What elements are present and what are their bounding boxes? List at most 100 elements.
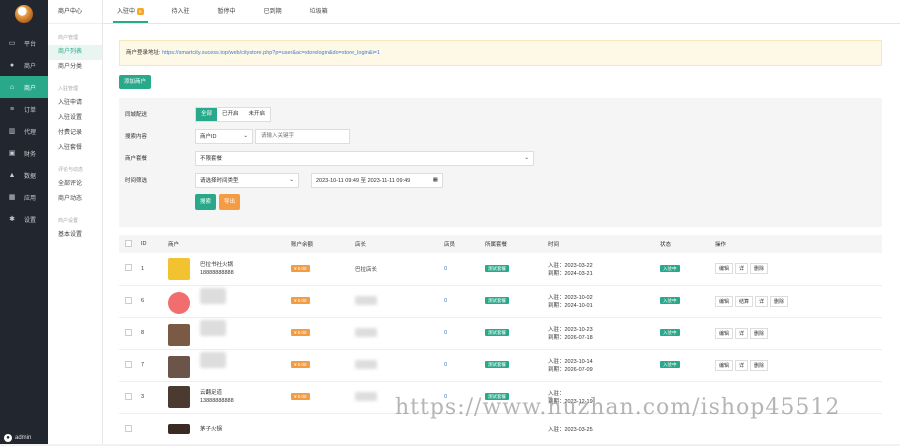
col-package: 所属套餐 bbox=[485, 235, 548, 253]
delivery-option-on[interactable]: 已开启 bbox=[217, 108, 244, 121]
subnav-item-all-comments[interactable]: 全部评论 bbox=[48, 177, 102, 192]
merchant-logo bbox=[168, 257, 190, 280]
row-checkbox[interactable] bbox=[125, 392, 132, 400]
search-label: 搜索内容 bbox=[125, 134, 148, 140]
edit-button[interactable]: 编辑 bbox=[715, 327, 734, 339]
subnav-item-merchant-list[interactable]: 商户列表 bbox=[48, 45, 102, 60]
package-label: 商户套餐 bbox=[125, 156, 148, 162]
subnav-item-settle-settings[interactable]: 入驻设置 bbox=[48, 111, 102, 126]
table-row: 6 ¥ 0.00 0 测试套餐 入驻：2023-10-02 到期：2024-10-… bbox=[119, 285, 882, 318]
row-checkbox[interactable] bbox=[125, 328, 132, 336]
sidebar-item-agents[interactable]: ▥ 代理 bbox=[0, 120, 48, 142]
select-all-checkbox[interactable] bbox=[125, 239, 132, 247]
delivery-option-all[interactable]: 全部 bbox=[196, 107, 218, 121]
col-actions: 操作 bbox=[715, 235, 882, 253]
user-menu[interactable]: ● admin bbox=[4, 434, 31, 442]
delete-button[interactable]: 删除 bbox=[750, 327, 769, 339]
table-row: 8 ¥ 0.00 0 测试套餐 入驻：2023-10-23 到期：2026-07-… bbox=[119, 317, 882, 350]
col-manager: 店长 bbox=[355, 235, 444, 253]
table-header-row: ID 商户 账户余额 店长 店员 所属套餐 时间 状态 操作 bbox=[119, 235, 882, 253]
subnav-item-apply[interactable]: 入驻申请 bbox=[48, 96, 102, 111]
staff-count-link[interactable]: 0 bbox=[444, 362, 447, 368]
search-input[interactable] bbox=[255, 128, 350, 144]
blurred-merchant-name bbox=[200, 288, 226, 305]
delete-button[interactable]: 删除 bbox=[750, 263, 769, 275]
row-checkbox[interactable] bbox=[125, 264, 132, 272]
row-id: 8 bbox=[141, 317, 168, 350]
delivery-option-off[interactable]: 未开启 bbox=[244, 108, 271, 121]
tab-paused[interactable]: 暂停中 bbox=[204, 0, 250, 23]
detail-button[interactable]: 详 bbox=[735, 359, 749, 371]
detail-button[interactable]: 详 bbox=[735, 263, 749, 275]
merchant-logo bbox=[168, 323, 190, 346]
table-row: 7 ¥ 0.00 0 测试套餐 入驻：2023-10-14 到期：2026-07-… bbox=[119, 349, 882, 382]
chart-icon: ▲ bbox=[8, 171, 16, 179]
date-range-picker[interactable]: 2023-10-11 09:49 至 2023-11-11 09:49 ▦ bbox=[311, 172, 443, 188]
main-sidebar: ▭ 平台 ● 商户 ⌂ 商户 ≡ 订单 ▥ 代理 ▣ 财务 ▲ 数据 ▦ 应用 ✱ 设置 ● adm… bbox=[0, 0, 48, 444]
edit-button[interactable]: 编辑 bbox=[715, 359, 734, 371]
monitor-icon: ▭ bbox=[8, 40, 16, 47]
detail-button[interactable]: 详 bbox=[755, 295, 769, 307]
tab-settled[interactable]: 入驻中 5 bbox=[103, 0, 158, 23]
login-url-link[interactable]: https://smartcity.sucess.top/web/citysto… bbox=[162, 50, 380, 56]
app-logo[interactable] bbox=[0, 0, 48, 28]
settle-button[interactable]: 结算 bbox=[735, 295, 754, 307]
add-merchant-button[interactable]: 添加商户 bbox=[119, 75, 152, 89]
time-type-select[interactable]: 请选择时间类型 ⌄ bbox=[195, 172, 299, 188]
package-badge: 测试套餐 bbox=[485, 361, 509, 368]
row-checkbox[interactable] bbox=[125, 424, 132, 432]
col-status: 状态 bbox=[660, 235, 715, 253]
search-button[interactable]: 搜索 bbox=[195, 194, 217, 210]
row-id: 7 bbox=[141, 349, 168, 382]
time-filter-label: 时间筛选 bbox=[125, 178, 148, 184]
delivery-filter-label: 同城配送 bbox=[125, 112, 148, 118]
sidebar-item-apps[interactable]: ▦ 应用 bbox=[0, 186, 48, 208]
tab-trash[interactable]: 垃圾箱 bbox=[296, 0, 342, 23]
edit-button[interactable]: 编辑 bbox=[715, 263, 734, 275]
tab-pending[interactable]: 待入驻 bbox=[158, 0, 204, 23]
chevron-down-icon: ⌄ bbox=[243, 133, 248, 139]
status-badge: 入驻中 bbox=[660, 297, 680, 304]
subnav-item-payment-records[interactable]: 付费记录 bbox=[48, 126, 102, 141]
delivery-filter-group: 全部 已开启 未开启 bbox=[195, 106, 272, 122]
search-field-select[interactable]: 商户ID ⌄ bbox=[195, 128, 253, 144]
balance-badge: ¥ 0.00 bbox=[291, 297, 310, 304]
blurred-manager-name bbox=[355, 391, 377, 401]
sidebar-item-orders[interactable]: ≡ 订单 bbox=[0, 98, 48, 120]
subnav-item-merchant-news[interactable]: 商户动态 bbox=[48, 192, 102, 207]
subnav-group-heading: 评论与动态 bbox=[58, 167, 84, 173]
export-button[interactable]: 导出 bbox=[219, 194, 241, 210]
subnav-item-packages[interactable]: 入驻套餐 bbox=[48, 141, 102, 156]
row-checkbox[interactable] bbox=[125, 296, 132, 304]
sidebar-item-merchants[interactable]: ⌂ 商户 bbox=[0, 76, 48, 98]
sidebar-item-platform[interactable]: ▭ 平台 bbox=[0, 32, 48, 54]
sidebar-item-data[interactable]: ▲ 数据 bbox=[0, 164, 48, 186]
status-tabs: 入驻中 5 待入驻 暂停中 已到期 垃圾箱 bbox=[103, 0, 900, 24]
detail-button[interactable]: 详 bbox=[735, 327, 749, 339]
sidebar-item-settings[interactable]: ✱ 设置 bbox=[0, 208, 48, 230]
subnav-item-merchant-category[interactable]: 商户分类 bbox=[48, 60, 102, 75]
sidebar-item-users[interactable]: ● 商户 bbox=[0, 54, 48, 76]
balance-badge: ¥ 0.00 bbox=[291, 264, 310, 272]
balance-badge: ¥ 0.00 bbox=[291, 329, 310, 336]
list-icon: ≡ bbox=[9, 105, 15, 113]
staff-count-link[interactable]: 0 bbox=[444, 298, 447, 304]
package-select[interactable]: 不限套餐 ⌄ bbox=[195, 150, 534, 166]
merchant-phone: 18888888888 bbox=[200, 269, 234, 276]
staff-count-link[interactable]: 0 bbox=[444, 266, 447, 272]
subnav-item-basic-settings[interactable]: 基本设置 bbox=[48, 228, 102, 243]
sidebar-item-finance[interactable]: ▣ 财务 bbox=[0, 142, 48, 164]
delete-button[interactable]: 删除 bbox=[750, 359, 769, 371]
blurred-merchant-name bbox=[200, 352, 226, 369]
col-time: 时间 bbox=[548, 235, 660, 253]
staff-count-link[interactable]: 0 bbox=[444, 330, 447, 336]
edit-button[interactable]: 编辑 bbox=[715, 295, 734, 307]
calendar-icon: ▦ bbox=[432, 177, 438, 183]
merchant-name: 云翻足道 bbox=[200, 390, 223, 396]
gear-icon: ✱ bbox=[9, 216, 15, 223]
subnav-group-heading: 商户管理 bbox=[58, 35, 79, 41]
row-checkbox[interactable] bbox=[125, 360, 132, 368]
delete-button[interactable]: 删除 bbox=[770, 295, 789, 307]
col-staff: 店员 bbox=[444, 235, 485, 253]
tab-expired[interactable]: 已到期 bbox=[250, 0, 296, 23]
